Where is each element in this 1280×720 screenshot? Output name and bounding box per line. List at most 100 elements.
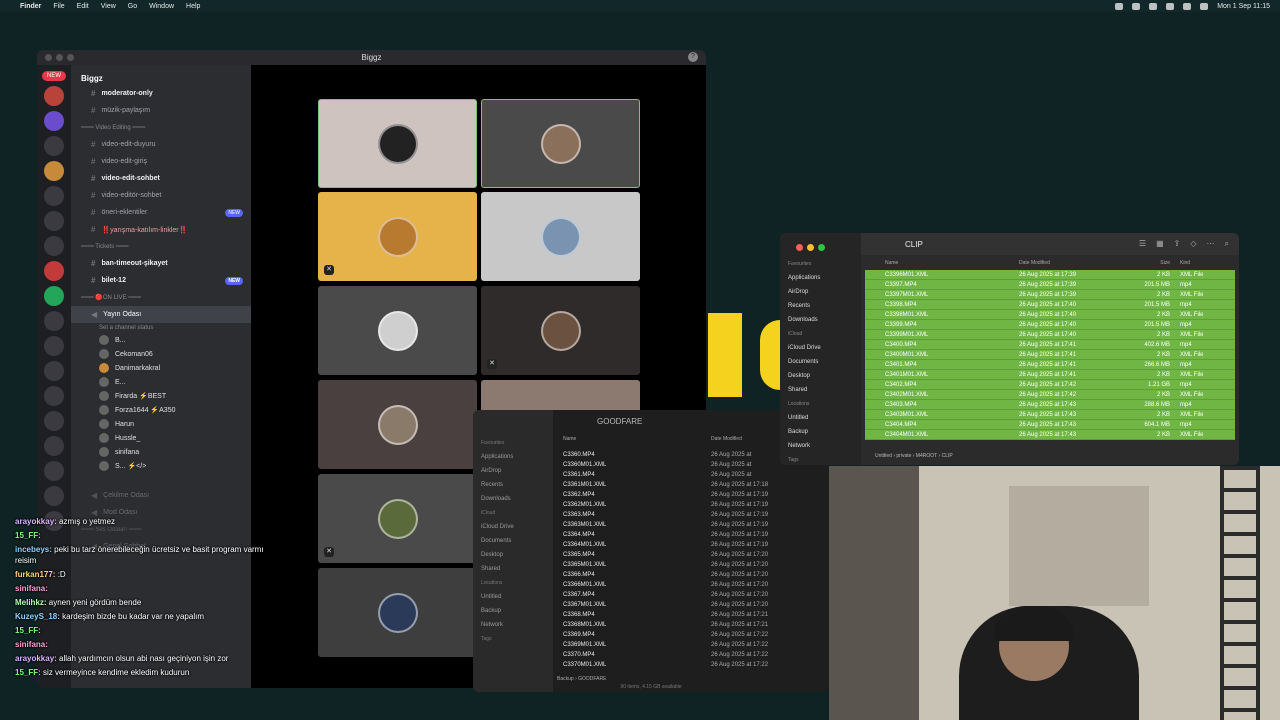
sidebar-item-shared[interactable]: Shared: [473, 562, 553, 576]
control-center-icon[interactable]: [1200, 2, 1209, 10]
server-icon[interactable]: [44, 86, 64, 106]
server-icon[interactable]: [44, 411, 64, 431]
file-row[interactable]: C3368M01.XML 26 Aug 2025 at 17:21: [557, 620, 829, 630]
file-row[interactable]: C3363M01.XML 26 Aug 2025 at 17:19: [557, 520, 829, 530]
column-size[interactable]: Size: [1115, 260, 1170, 269]
channel-ban-timeout[interactable]: # ban-timeout-şikayet: [71, 255, 251, 272]
menu-edit[interactable]: Edit: [77, 3, 89, 10]
search-icon[interactable]: [1183, 2, 1192, 10]
voice-user[interactable]: Cekoman06: [71, 347, 251, 361]
file-row[interactable]: C3362.MP4 26 Aug 2025 at 17:19: [557, 490, 829, 500]
file-row[interactable]: C3369.MP4 26 Aug 2025 at 17:22: [557, 630, 829, 640]
channel-video-editor-sohbet[interactable]: # video-editör-sohbet: [71, 187, 251, 204]
file-row[interactable]: C3402M01.XML 26 Aug 2025 at 17:42 2 KB XML …: [865, 390, 1235, 400]
sidebar-item-applications[interactable]: Applications: [780, 271, 861, 285]
voice-user[interactable]: S... ⚡</>: [71, 459, 251, 473]
help-icon[interactable]: ?: [688, 52, 698, 62]
file-row[interactable]: C3364M01.XML 26 Aug 2025 at 17:19: [557, 540, 829, 550]
file-row[interactable]: C3398.MP4 26 Aug 2025 at 17:40 201.5 MB mp4: [865, 300, 1235, 310]
column-date[interactable]: Date Modified: [711, 436, 742, 446]
voice-user[interactable]: Forza1644 ⚡A350: [71, 403, 251, 417]
voice-user[interactable]: Hussle_: [71, 431, 251, 445]
file-row[interactable]: C3403M01.XML 26 Aug 2025 at 17:43 2 KB XML …: [865, 410, 1235, 420]
server-icon[interactable]: [44, 436, 64, 456]
file-row[interactable]: C3401M01.XML 26 Aug 2025 at 17:41 2 KB XML …: [865, 370, 1235, 380]
file-row[interactable]: C3400.MP4 26 Aug 2025 at 17:41 402.6 MB mp4: [865, 340, 1235, 350]
file-row[interactable]: C3368.MP4 26 Aug 2025 at 17:21: [557, 610, 829, 620]
video-tile[interactable]: ✕: [318, 192, 477, 281]
category-on-live[interactable]: ═══ 🔴ON LIVE ═══: [71, 289, 251, 306]
video-tile[interactable]: ✕: [318, 474, 477, 563]
video-tile[interactable]: [481, 192, 640, 281]
file-row[interactable]: C3404M01.XML 26 Aug 2025 at 17:43 2 KB XML …: [865, 430, 1235, 440]
file-row[interactable]: C3363.MP4 26 Aug 2025 at 17:19: [557, 510, 829, 520]
file-row[interactable]: C3397.MP4 26 Aug 2025 at 17:39 201.5 MB mp4: [865, 280, 1235, 290]
sidebar-item-backup[interactable]: Backup: [473, 604, 553, 618]
column-name[interactable]: Name: [557, 436, 711, 446]
zoom-button[interactable]: [818, 243, 825, 251]
file-row[interactable]: C3361.MP4 26 Aug 2025 at: [557, 470, 829, 480]
sidebar-item-documents[interactable]: Documents: [780, 355, 861, 369]
menu-go[interactable]: Go: [128, 3, 137, 10]
voice-user[interactable]: B...: [71, 333, 251, 347]
file-row[interactable]: C3370.MP4 26 Aug 2025 at 17:22: [557, 650, 829, 660]
voice-user[interactable]: E...: [71, 375, 251, 389]
server-icon[interactable]: [44, 336, 64, 356]
video-tile[interactable]: ✕: [481, 286, 640, 375]
column-name[interactable]: Name: [865, 260, 1019, 269]
server-icon[interactable]: [44, 261, 64, 281]
video-tile[interactable]: [318, 286, 477, 375]
file-row[interactable]: C3401.MP4 26 Aug 2025 at 17:41 266.6 MB mp4: [865, 360, 1235, 370]
file-row[interactable]: C3366M01.XML 26 Aug 2025 at 17:20: [557, 580, 829, 590]
sidebar-item-documents[interactable]: Documents: [473, 534, 553, 548]
file-row[interactable]: C3369M01.XML 26 Aug 2025 at 17:22: [557, 640, 829, 650]
voice-user[interactable]: Harun: [71, 417, 251, 431]
file-row[interactable]: C3398M01.XML 26 Aug 2025 at 17:40 2 KB XML …: [865, 310, 1235, 320]
path-bar[interactable]: Backup › GOODFARE: [557, 676, 606, 682]
sidebar-item-network[interactable]: Network: [473, 618, 553, 632]
channel-muzik[interactable]: # müzik-paylaşım: [71, 102, 251, 119]
tag-icon[interactable]: ◇: [1190, 239, 1196, 249]
menu-app-name[interactable]: Finder: [20, 3, 41, 10]
sidebar-item-desktop[interactable]: Desktop: [473, 548, 553, 562]
file-row[interactable]: C3364.MP4 26 Aug 2025 at 17:19: [557, 530, 829, 540]
sidebar-item-icloud-drive[interactable]: iCloud Drive: [473, 520, 553, 534]
zoom-button[interactable]: [67, 54, 74, 61]
file-row[interactable]: C3400M01.XML 26 Aug 2025 at 17:41 2 KB XML …: [865, 350, 1235, 360]
server-icon[interactable]: [44, 461, 64, 481]
category-video-editing[interactable]: ═══ Video Editing ═══: [71, 119, 251, 136]
menu-clock[interactable]: Mon 1 Sep 11:15: [1217, 3, 1270, 10]
path-bar[interactable]: Untitled › private › M4ROOT › CLIP: [875, 453, 953, 459]
file-row[interactable]: C3365M01.XML 26 Aug 2025 at 17:20: [557, 560, 829, 570]
column-kind[interactable]: Kind: [1170, 260, 1230, 269]
share-icon[interactable]: ⇪: [1174, 239, 1181, 249]
server-icon[interactable]: [44, 111, 64, 131]
menu-window[interactable]: Window: [149, 3, 174, 10]
sidebar-item-airdrop[interactable]: AirDrop: [780, 285, 861, 299]
file-row[interactable]: C3396M01.XML 26 Aug 2025 at 17:39 2 KB XML …: [865, 270, 1235, 280]
sidebar-item-desktop[interactable]: Desktop: [780, 369, 861, 383]
more-icon[interactable]: ⋯: [1207, 239, 1215, 249]
file-row[interactable]: C3397M01.XML 26 Aug 2025 at 17:39 2 KB XML …: [865, 290, 1235, 300]
channel-yarisma[interactable]: # ‼️yarışma-katılım-linkler‼️: [71, 221, 251, 238]
menu-help[interactable]: Help: [186, 3, 200, 10]
sidebar-item-recents[interactable]: Recents: [473, 478, 553, 492]
voice-user[interactable]: sinifana: [71, 445, 251, 459]
channel-video-edit-duyuru[interactable]: # video-edit-duyuru: [71, 136, 251, 153]
file-row[interactable]: C3361M01.XML 26 Aug 2025 at 17:18: [557, 480, 829, 490]
wifi-icon[interactable]: [1166, 2, 1175, 10]
video-tile[interactable]: [318, 99, 477, 188]
server-icon[interactable]: [44, 211, 64, 231]
group-icon[interactable]: ▦: [1156, 239, 1164, 249]
category-tickets[interactable]: ═══ Tickets ═══: [71, 238, 251, 255]
minimize-button[interactable]: [56, 54, 63, 61]
channel-video-edit-giris[interactable]: # video-edit-giriş: [71, 153, 251, 170]
channel-oneri-eklentiler[interactable]: # öneri-eklentiler NEW: [71, 204, 251, 221]
voice-user[interactable]: Danimarkakral: [71, 361, 251, 375]
sidebar-item-downloads[interactable]: Downloads: [473, 492, 553, 506]
guild-name[interactable]: Biggz: [71, 71, 251, 85]
sidebar-item-airdrop[interactable]: AirDrop: [473, 464, 553, 478]
sidebar-item-untitled[interactable]: Untitled: [473, 590, 553, 604]
add-server-icon[interactable]: [44, 286, 64, 306]
record-icon[interactable]: [1115, 2, 1124, 10]
